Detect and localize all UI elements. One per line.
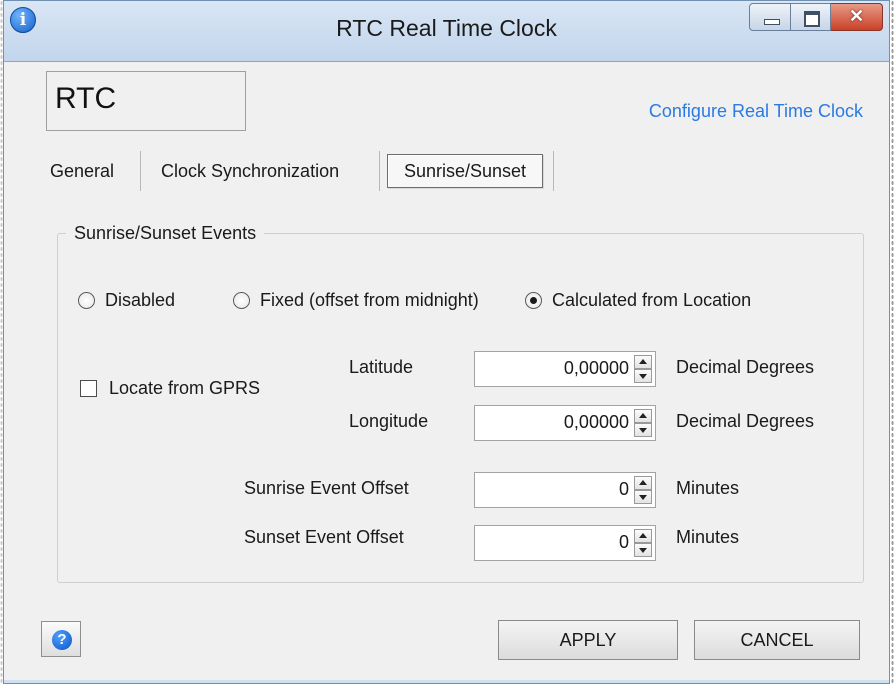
locate-gprs-label: Locate from GPRS bbox=[109, 378, 261, 398]
window-bottom-edge bbox=[4, 680, 889, 683]
sunset-offset-spinbox[interactable]: 0 bbox=[474, 525, 656, 561]
tab-clock-synchronization[interactable]: Clock Synchronization bbox=[161, 149, 339, 193]
radio-label: Fixed (offset from midnight) bbox=[260, 289, 479, 310]
tab-separator bbox=[140, 151, 141, 191]
radio-fixed[interactable]: Fixed (offset from midnight) bbox=[233, 287, 479, 313]
sunrise-sunset-group bbox=[57, 233, 864, 583]
locate-gprs-checkbox-row[interactable]: Locate from GPRS bbox=[80, 378, 260, 399]
tab-general[interactable]: General bbox=[50, 149, 114, 193]
cancel-button[interactable]: CANCEL bbox=[694, 620, 860, 660]
close-button[interactable]: ✕ bbox=[831, 3, 883, 31]
sunrise-offset-value[interactable]: 0 bbox=[619, 479, 629, 500]
radio-disabled[interactable]: Disabled bbox=[78, 287, 175, 313]
decrement-arrow-icon[interactable] bbox=[634, 490, 652, 504]
latitude-spinbox[interactable]: 0,00000 bbox=[474, 351, 656, 387]
maximize-button[interactable] bbox=[791, 3, 831, 31]
decrement-arrow-icon[interactable] bbox=[634, 423, 652, 437]
sunset-offset-value[interactable]: 0 bbox=[619, 532, 629, 553]
window-controls: ✕ bbox=[749, 3, 883, 31]
tab-sunrise-sunset[interactable]: Sunrise/Sunset bbox=[387, 154, 543, 188]
sunset-offset-label: Sunset Event Offset bbox=[244, 527, 404, 547]
configure-link[interactable]: Configure Real Time Clock bbox=[649, 101, 863, 122]
locate-gprs-checkbox[interactable] bbox=[80, 380, 97, 397]
group-title: Sunrise/Sunset Events bbox=[66, 223, 265, 244]
help-icon: ? bbox=[52, 630, 72, 650]
tab-separator bbox=[379, 151, 380, 191]
longitude-label: Longitude bbox=[349, 411, 429, 431]
increment-arrow-icon[interactable] bbox=[634, 529, 652, 543]
latitude-stepper bbox=[634, 355, 652, 383]
dialog-window: i RTC Real Time Clock ✕ RTC Configure Re… bbox=[3, 0, 890, 684]
latitude-label: Latitude bbox=[349, 357, 414, 377]
radio-label: Calculated from Location bbox=[552, 289, 752, 310]
decrement-arrow-icon[interactable] bbox=[634, 543, 652, 557]
decrement-arrow-icon[interactable] bbox=[634, 369, 652, 383]
increment-arrow-icon[interactable] bbox=[634, 476, 652, 490]
longitude-unit: Decimal Degrees bbox=[676, 411, 815, 431]
title-bar[interactable]: i RTC Real Time Clock ✕ bbox=[4, 1, 889, 62]
apply-button[interactable]: APPLY bbox=[498, 620, 678, 660]
increment-arrow-icon[interactable] bbox=[634, 355, 652, 369]
help-button[interactable]: ? bbox=[41, 621, 81, 657]
longitude-spinbox[interactable]: 0,00000 bbox=[474, 405, 656, 441]
sunrise-offset-unit: Minutes bbox=[676, 478, 740, 498]
minimize-button[interactable] bbox=[749, 3, 791, 31]
minimize-icon bbox=[764, 19, 780, 25]
sunrise-offset-label: Sunrise Event Offset bbox=[244, 478, 409, 498]
sunset-offset-stepper bbox=[634, 529, 652, 557]
module-name: RTC bbox=[55, 82, 117, 115]
sunrise-offset-stepper bbox=[634, 476, 652, 504]
radio-button[interactable] bbox=[78, 291, 95, 309]
latitude-unit: Decimal Degrees bbox=[676, 357, 815, 377]
longitude-stepper bbox=[634, 409, 652, 437]
tab-separator bbox=[553, 151, 554, 191]
sunrise-offset-spinbox[interactable]: 0 bbox=[474, 472, 656, 508]
close-icon: ✕ bbox=[848, 6, 865, 26]
radio-button-checked[interactable] bbox=[525, 291, 542, 309]
maximize-icon bbox=[804, 11, 820, 27]
module-name-box: RTC bbox=[46, 71, 246, 131]
radio-button[interactable] bbox=[233, 291, 250, 309]
radio-calculated[interactable]: Calculated from Location bbox=[525, 287, 751, 313]
increment-arrow-icon[interactable] bbox=[634, 409, 652, 423]
radio-label: Disabled bbox=[105, 289, 176, 310]
latitude-value[interactable]: 0,00000 bbox=[564, 358, 629, 379]
sunset-offset-unit: Minutes bbox=[676, 527, 740, 547]
tab-bar: General Clock Synchronization Sunrise/Su… bbox=[4, 149, 604, 193]
longitude-value[interactable]: 0,00000 bbox=[564, 412, 629, 433]
